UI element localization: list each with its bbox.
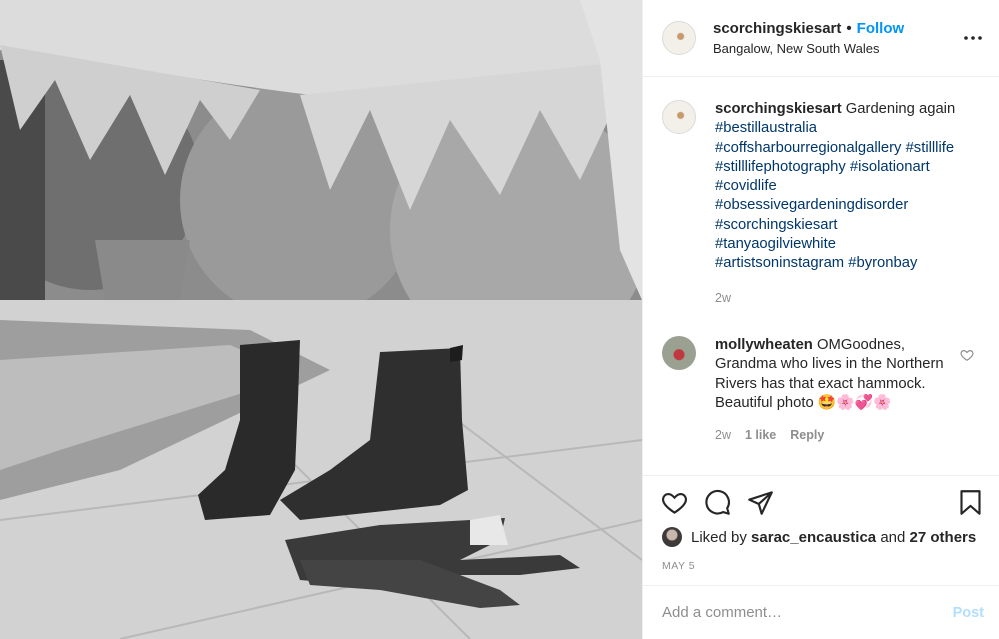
post-comment-button[interactable]: Post [953,605,984,621]
liked-by-user[interactable]: sarac_encaustica [751,529,876,546]
commenter-username[interactable]: mollywheaten [715,337,813,353]
save-bookmark-icon[interactable] [957,489,984,516]
hashtag[interactable]: #stilllifephotography [715,159,846,175]
header-top-line: scorchingskiesart • Follow [713,20,904,37]
caption-body: scorchingskiesart Gardening again #besti… [715,100,980,308]
post-photo[interactable] [0,0,642,639]
caption-hashtags: #bestillaustralia #coffsharbourregionalg… [715,120,954,271]
likes-summary: Liked by sarac_encaustica and 27 others [662,527,976,547]
header-text: scorchingskiesart • Follow Bangalow, New… [713,20,904,56]
reply-button[interactable]: Reply [790,426,824,445]
post-header: scorchingskiesart • Follow Bangalow, New… [643,0,999,77]
hashtag[interactable]: #byronbay [848,255,917,271]
comment-body: mollywheaten OMGoodnes, Grandma who live… [715,336,947,445]
hashtag[interactable]: #scorchingskiesart [715,217,838,233]
caption-text: Gardening again [845,101,956,117]
liked-by-others[interactable]: 27 others [910,529,977,546]
follow-button[interactable]: Follow [857,20,905,37]
hashtag[interactable]: #artistsoninstagram [715,255,844,271]
location-link[interactable]: Bangalow, New South Wales [713,41,904,56]
author-username[interactable]: scorchingskiesart [713,20,841,37]
caption-author-avatar[interactable] [662,100,696,134]
hashtag[interactable]: #bestillaustralia [715,120,817,136]
more-horizontal-icon[interactable] [963,28,983,48]
commenter-avatar[interactable] [662,335,696,370]
comment-likes[interactable]: 1 like [745,426,776,445]
comment-input[interactable] [662,604,953,621]
separator-dot: • [846,20,852,37]
liked-by-and: and [880,528,906,546]
hashtag[interactable]: #tanyaogilviewhite [715,236,836,252]
add-comment-form: Post [643,585,999,639]
liked-by-prefix: Liked by [691,528,747,546]
comment-time[interactable]: 2w [715,426,731,445]
comment-meta: 2w 1 like Reply [715,426,947,445]
post-date[interactable]: MAY 5 [662,560,695,572]
hashtag[interactable]: #isolationart [850,159,930,175]
like-heart-icon[interactable] [661,489,688,516]
comment-bubble-icon[interactable] [704,489,731,516]
comment-item: mollywheaten OMGoodnes, Grandma who live… [662,335,980,445]
comment-like-heart-icon[interactable] [960,348,974,362]
comments-section[interactable]: scorchingskiesart Gardening again #besti… [643,78,999,475]
hashtag[interactable]: #stilllife [906,140,955,156]
caption-username[interactable]: scorchingskiesart [715,101,842,117]
share-paper-plane-icon[interactable] [747,489,774,516]
instagram-post: scorchingskiesart • Follow Bangalow, New… [0,0,999,639]
liker-avatar[interactable] [662,527,682,547]
post-actions: Liked by sarac_encaustica and 27 others … [643,475,999,585]
hashtag[interactable]: #coffsharbourregionalgallery [715,140,901,156]
hashtag[interactable]: #covidlife [715,178,777,194]
hashtag[interactable]: #obsessivegardeningdisorder [715,197,908,213]
caption: scorchingskiesart Gardening again #besti… [662,100,980,308]
caption-time[interactable]: 2w [715,289,980,308]
photo-illustration [0,0,642,639]
author-avatar[interactable] [662,21,696,55]
post-side-panel: scorchingskiesart • Follow Bangalow, New… [642,0,999,639]
